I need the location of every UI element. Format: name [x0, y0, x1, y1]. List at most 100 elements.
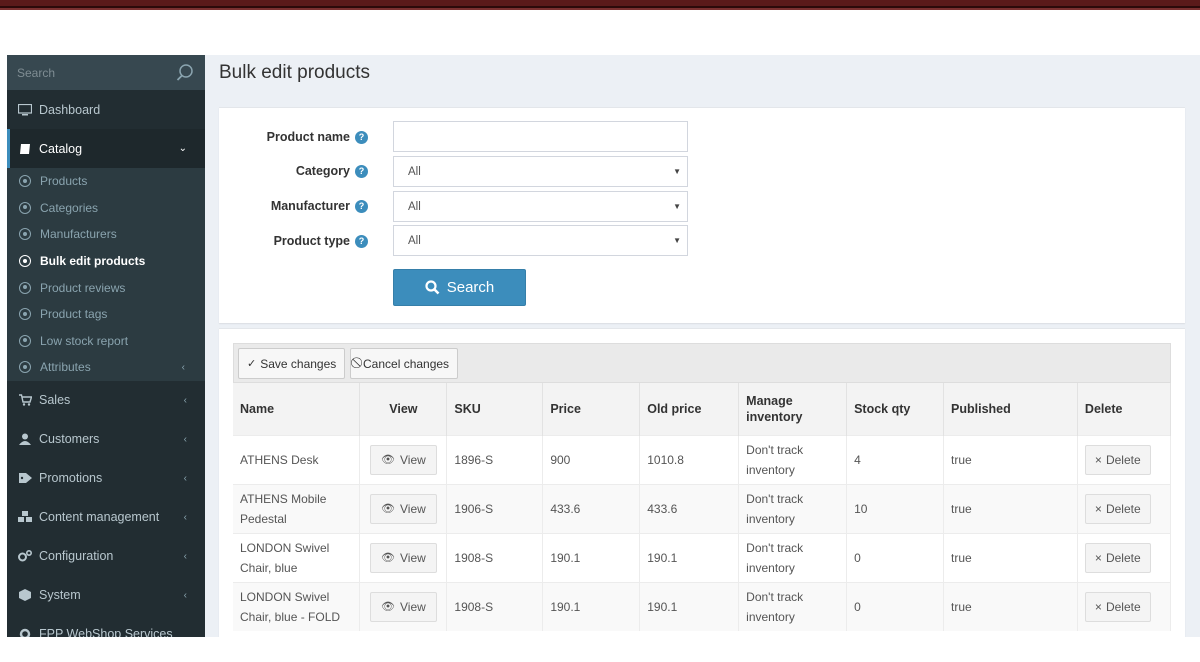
sidebar-item-configuration[interactable]: Configuration ‹ — [7, 537, 205, 576]
cubes-icon — [17, 511, 33, 523]
cell-stock-qty[interactable]: 4 — [846, 434, 945, 484]
cell-view: 👁 View — [359, 581, 448, 631]
cell-price[interactable]: 190.1 — [542, 581, 641, 631]
sidebar-item-promotions[interactable]: Promotions ‹ — [7, 459, 205, 498]
close-icon: × — [1094, 599, 1102, 614]
cell-published[interactable]: true — [943, 483, 1078, 533]
search-icon[interactable] — [175, 63, 195, 83]
manufacturer-select[interactable]: All ▼ — [393, 191, 688, 222]
save-changes-button[interactable]: ✓ Save changes — [238, 348, 346, 379]
sidebar-item-bulk-edit-products[interactable]: Bulk edit products — [7, 248, 205, 275]
delete-button[interactable]: × Delete — [1084, 591, 1151, 622]
delete-button[interactable]: × Delete — [1084, 444, 1151, 475]
cell-sku[interactable]: 1896-S — [446, 434, 544, 484]
column-header-old-price[interactable]: Old price — [639, 383, 740, 435]
product-type-select[interactable]: All ▼ — [393, 225, 688, 256]
sidebar-item-label: Manufacturers — [40, 227, 117, 242]
table-row: ATHENS Mobile Pedestal 👁 View 1906-S 433.… — [233, 483, 1172, 533]
cell-name[interactable]: LONDON Swivel Chair, blue - FOLD — [233, 581, 361, 631]
sidebar-item-categories[interactable]: Categories — [7, 195, 205, 222]
caret-down-icon: ▼ — [673, 167, 681, 176]
field-label: Product type — [273, 234, 350, 248]
view-button[interactable]: 👁 View — [370, 493, 437, 524]
chevron-left-icon: ‹ — [183, 394, 187, 406]
select-value: All — [408, 165, 421, 178]
sidebar-item-label: Sales — [39, 393, 71, 408]
cell-name[interactable]: ATHENS Mobile Pedestal — [233, 483, 361, 533]
cell-old-price[interactable]: 190.1 — [639, 581, 740, 631]
sidebar-item-dashboard[interactable]: Dashboard — [7, 90, 205, 129]
sidebar-item-label: Products — [40, 174, 88, 189]
cell-view: 👁 View — [359, 434, 448, 484]
delete-button[interactable]: × Delete — [1084, 493, 1151, 524]
cell-price[interactable]: 900 — [542, 434, 641, 484]
sidebar-item-product-reviews[interactable]: Product reviews — [7, 274, 205, 301]
sidebar-item-label: Dashboard — [39, 102, 101, 117]
cell-name[interactable]: LONDON Swivel Chair, blue — [233, 532, 361, 582]
window-top-border — [0, 0, 1200, 8]
search-panel: Product name? Category? All ▼ Manufacture… — [219, 107, 1185, 323]
cell-old-price[interactable]: 190.1 — [639, 532, 740, 582]
view-button[interactable]: 👁 View — [370, 542, 437, 573]
sidebar-search-input[interactable] — [17, 65, 175, 80]
sidebar-item-system[interactable]: System ‹ — [7, 576, 205, 615]
category-row: Category? — [219, 156, 374, 186]
cell-stock-qty[interactable]: 0 — [846, 581, 945, 631]
circle-dot-icon — [19, 361, 31, 374]
gears-icon — [17, 550, 33, 562]
cell-sku[interactable]: 1906-S — [446, 483, 544, 533]
cell-published[interactable]: true — [943, 581, 1078, 631]
view-button[interactable]: 👁 View — [370, 591, 437, 622]
sidebar-item-manufacturers[interactable]: Manufacturers — [7, 221, 205, 248]
cell-price[interactable]: 190.1 — [542, 532, 641, 582]
product-name-input[interactable] — [393, 121, 688, 152]
cube-icon — [17, 589, 33, 602]
category-label: Category? — [219, 164, 374, 178]
sidebar-item-fpp-webshop-services[interactable]: FPP WebShop Services — [7, 615, 205, 637]
cell-published[interactable]: true — [943, 434, 1078, 484]
cell-old-price[interactable]: 1010.8 — [639, 434, 740, 484]
field-label: Manufacturer — [270, 199, 350, 213]
cancel-changes-button[interactable]: ⃠ Cancel changes — [350, 348, 459, 379]
column-header-sku[interactable]: SKU — [446, 383, 544, 435]
circle-dot-icon — [19, 175, 31, 188]
button-label: Delete — [1105, 550, 1141, 565]
column-header-published[interactable]: Published — [943, 383, 1078, 435]
cell-delete: × Delete — [1077, 581, 1172, 631]
sidebar-item-attributes[interactable]: Attributes ‹ — [7, 354, 205, 381]
tag-icon — [17, 472, 33, 484]
cell-stock-qty[interactable]: 10 — [846, 483, 945, 533]
cell-manage-inventory: Don't track inventory — [738, 581, 848, 631]
sidebar-item-customers[interactable]: Customers ‹ — [7, 420, 205, 459]
column-header-name[interactable]: Name — [233, 383, 361, 435]
chevron-left-icon: ‹ — [183, 472, 187, 484]
view-button[interactable]: 👁 View — [370, 444, 437, 475]
cell-price[interactable]: 433.6 — [542, 483, 641, 533]
help-icon[interactable]: ? — [355, 234, 368, 248]
sidebar-item-products[interactable]: Products — [7, 168, 205, 195]
sidebar-item-label: Product reviews — [40, 280, 126, 295]
help-icon[interactable]: ? — [355, 199, 368, 213]
search-button[interactable]: Search — [393, 269, 526, 306]
cell-sku[interactable]: 1908-S — [446, 581, 544, 631]
column-header-price[interactable]: Price — [542, 383, 641, 435]
chevron-left-icon: ‹ — [181, 361, 185, 373]
sidebar-item-catalog[interactable]: Catalog ⌄ — [7, 129, 205, 168]
cell-old-price[interactable]: 433.6 — [639, 483, 740, 533]
circle-dot-icon — [19, 228, 31, 241]
circle-dot-icon — [19, 281, 31, 294]
cell-name[interactable]: ATHENS Desk — [233, 434, 361, 484]
delete-button[interactable]: × Delete — [1084, 542, 1151, 573]
sidebar-item-product-tags[interactable]: Product tags — [7, 301, 205, 328]
sidebar-item-content-management[interactable]: Content management ‹ — [7, 498, 205, 537]
category-select[interactable]: All ▼ — [393, 156, 688, 187]
sidebar-item-low-stock-report[interactable]: Low stock report — [7, 328, 205, 355]
cell-stock-qty[interactable]: 0 — [846, 532, 945, 582]
cell-sku[interactable]: 1908-S — [446, 532, 544, 582]
column-header-manage-inventory[interactable]: Manage inventory — [738, 383, 848, 435]
help-icon[interactable]: ? — [355, 164, 368, 178]
sidebar-item-sales[interactable]: Sales ‹ — [7, 381, 205, 420]
column-header-stock-qty[interactable]: Stock qty — [846, 383, 945, 435]
cell-published[interactable]: true — [943, 532, 1078, 582]
help-icon[interactable]: ? — [355, 130, 368, 144]
